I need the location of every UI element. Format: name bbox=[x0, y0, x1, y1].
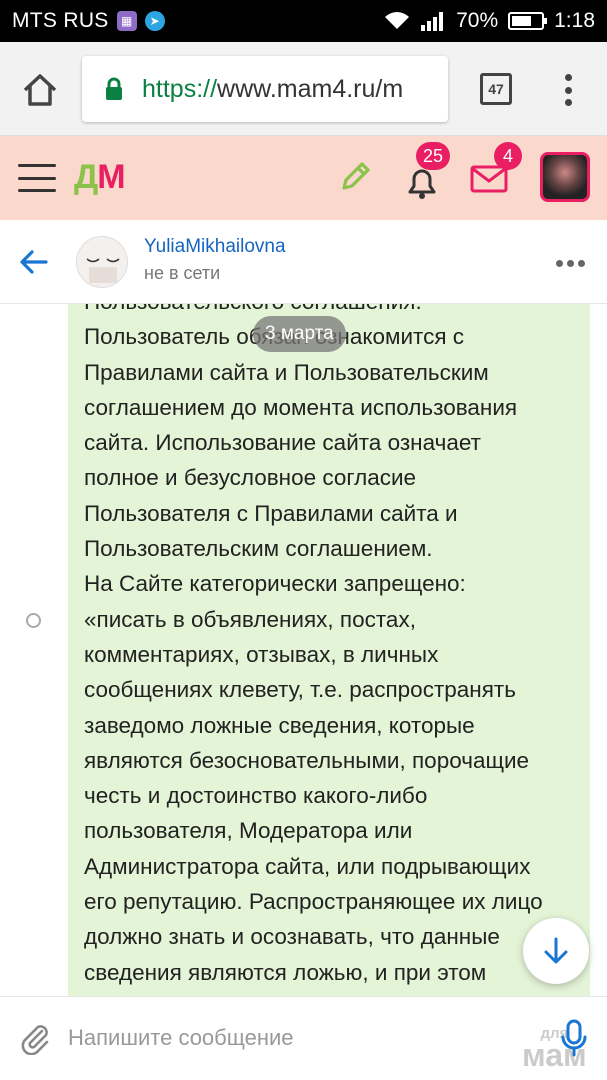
browser-menu-icon[interactable] bbox=[560, 70, 576, 110]
notifications-badge: 25 bbox=[416, 142, 451, 170]
lock-icon bbox=[106, 77, 122, 100]
message-input[interactable] bbox=[68, 1021, 508, 1055]
message-line: его репутацию. Распространяющее их лицо bbox=[84, 889, 543, 915]
message-line: являются безосновательными, порочащие bbox=[84, 747, 530, 773]
back-arrow-icon[interactable] bbox=[18, 246, 50, 278]
pencil-icon[interactable] bbox=[338, 160, 372, 194]
app-notification-icon: ▦ bbox=[116, 11, 137, 31]
url-bar[interactable]: https://www.mam4.ru/m bbox=[82, 56, 448, 122]
url-scheme: https:// bbox=[142, 74, 218, 103]
message-line: заведомо ложные сведения, которые bbox=[84, 712, 475, 738]
message-line: сведения являются ложью, и при этом bbox=[84, 959, 487, 985]
telegram-icon: ➤ bbox=[144, 11, 165, 31]
chat-header: YuliaMikhailovna не в сети bbox=[0, 220, 607, 304]
message-line: пользователя, Модератора или bbox=[84, 818, 413, 844]
status-bar: MTS RUS ▦ ➤ 70% 1:18 bbox=[0, 0, 607, 42]
carrier-name: MTS RUS bbox=[12, 9, 109, 32]
message-select-radio[interactable] bbox=[26, 613, 41, 628]
contact-avatar[interactable] bbox=[76, 236, 128, 288]
message-bubble[interactable]: Пользовательского соглашения. Пользовате… bbox=[68, 304, 590, 996]
messages-badge: 4 bbox=[494, 142, 522, 170]
message-text: Пользовательского соглашения. Пользовате… bbox=[84, 304, 574, 990]
message-line: Пользовательским соглашением. bbox=[84, 536, 433, 562]
message-line: соглашением до момента использования bbox=[84, 394, 518, 420]
message-line: «писать в объявлениях, постах, bbox=[84, 606, 416, 632]
message-line: На Сайте категорически запрещено: bbox=[84, 571, 466, 597]
message-line: должно знать и осознавать, что данные bbox=[84, 924, 500, 950]
arrow-down-icon bbox=[544, 937, 568, 964]
site-logo[interactable]: ДМ bbox=[74, 158, 126, 197]
message-line: Правилами сайта и Пользовательским bbox=[84, 359, 489, 385]
message-line: сообщениях клевету, т.е. распространять bbox=[84, 677, 516, 703]
message-composer: длямам bbox=[0, 996, 607, 1080]
message-line: честь и достоинство какого-либо bbox=[84, 783, 428, 809]
message-line: Пользователя с Правилами сайта и bbox=[84, 500, 458, 526]
user-avatar[interactable] bbox=[540, 152, 590, 202]
signal-icon bbox=[421, 12, 444, 31]
microphone-icon[interactable] bbox=[560, 1019, 588, 1057]
battery-icon bbox=[508, 12, 548, 30]
message-line: сайта. Использование сайта означает bbox=[84, 430, 481, 456]
contact-name[interactable]: YuliaMikhailovna bbox=[144, 236, 286, 258]
message-line: полное и безусловное согласие bbox=[84, 465, 417, 491]
contact-status: не в сети bbox=[144, 263, 221, 283]
more-options-icon[interactable] bbox=[556, 260, 585, 267]
message-line: комментариях, отзывах, в личных bbox=[84, 641, 439, 667]
paperclip-icon[interactable] bbox=[18, 1021, 52, 1055]
wifi-icon bbox=[385, 12, 410, 29]
clock: 1:18 bbox=[554, 9, 595, 32]
hamburger-menu-icon[interactable] bbox=[18, 164, 56, 192]
battery-percent: 70% bbox=[456, 9, 499, 32]
message-line: Администратора сайта, или подрывающих bbox=[84, 853, 531, 879]
conversation-area[interactable]: Пользовательского соглашения. Пользовате… bbox=[0, 304, 607, 996]
url-text: www.mam4.ru/m bbox=[217, 74, 404, 103]
date-separator: 3 марта bbox=[253, 316, 346, 352]
browser-toolbar: https://www.mam4.ru/m 47 bbox=[0, 42, 607, 136]
eyelashes-avatar-icon bbox=[77, 237, 127, 287]
scroll-down-button[interactable] bbox=[523, 918, 589, 984]
home-icon[interactable] bbox=[20, 70, 60, 110]
tab-switcher-button[interactable]: 47 bbox=[480, 73, 512, 105]
